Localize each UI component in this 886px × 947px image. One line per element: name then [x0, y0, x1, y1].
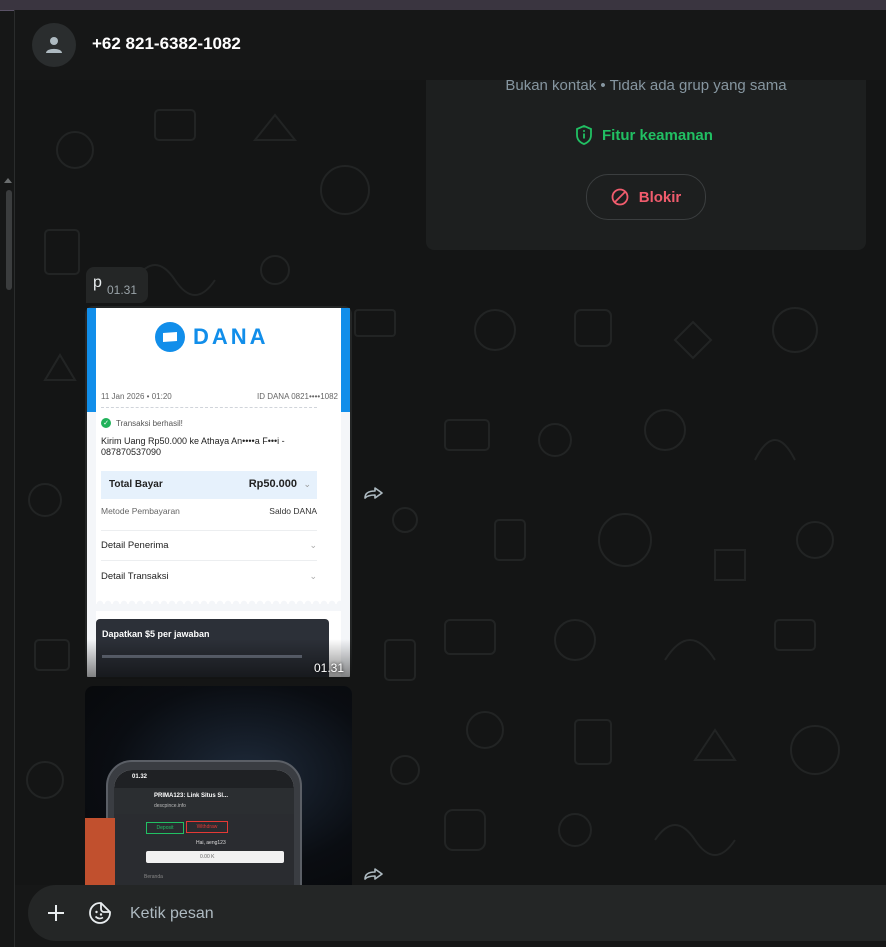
- payment-method-label: Metode Pembayaran: [101, 506, 180, 516]
- message-time: 01.31: [313, 661, 344, 675]
- block-button[interactable]: Blokir: [586, 174, 706, 220]
- block-icon: [611, 188, 629, 206]
- receipt-separator: [101, 560, 317, 561]
- receipt-separator: [101, 530, 317, 531]
- chat-area: Bukan kontak • Tidak ada grup yang sama …: [15, 80, 886, 885]
- phone-page-body: Deposit Withdraw Hai, aeng123 0.00 K Ber…: [114, 814, 294, 885]
- recipient-detail-label: Detail Penerima: [101, 540, 169, 551]
- message-time: 01.31: [107, 283, 138, 297]
- image-message-photo[interactable]: 01.32 PRIMA123: Link Situs Sl... descpin…: [85, 686, 352, 885]
- recipient-detail-row: Detail Penerima ⌄: [101, 540, 317, 551]
- sticker-icon[interactable]: [88, 901, 112, 925]
- contact-info-card: Bukan kontak • Tidak ada grup yang sama …: [426, 80, 866, 250]
- phone-user-greeting: Hai, aeng123: [196, 840, 226, 846]
- phone-deposit-button: Deposit: [146, 822, 184, 834]
- receipt-status-text: Transaksi berhasil!: [116, 418, 183, 428]
- dana-brand: DANA: [193, 324, 269, 349]
- phone-status-time: 01.32: [132, 774, 148, 780]
- phone-site-url: descpince.info: [154, 803, 186, 809]
- scrollbar-thumb[interactable]: [6, 190, 12, 290]
- receipt-date: 11 Jan 2026 • 01:20: [101, 392, 172, 401]
- avatar[interactable]: [32, 23, 76, 67]
- message-bubble[interactable]: p 01.31: [86, 267, 148, 303]
- ad-title: Dapatkan $5 per jawaban: [102, 629, 210, 639]
- security-feature-label: Fitur keamanan: [602, 126, 713, 144]
- receipt-id: ID DANA 0821••••1082: [256, 392, 338, 401]
- security-feature-link[interactable]: Fitur keamanan: [574, 124, 713, 146]
- receipt-divider: [101, 407, 317, 408]
- phone-withdraw-button: Withdraw: [186, 821, 228, 833]
- dana-logo: DANA: [155, 322, 269, 352]
- total-value: Rp50.000: [248, 478, 297, 490]
- scroll-up-arrow-icon[interactable]: [4, 178, 12, 183]
- block-button-label: Blokir: [638, 188, 682, 206]
- phone-balance: 0.00 K: [146, 851, 284, 863]
- message-composer: [28, 885, 886, 941]
- chat-header[interactable]: +62 821-6382-1082: [15, 10, 886, 80]
- contact-status-text: Bukan kontak • Tidak ada grup yang sama: [505, 80, 787, 94]
- chevron-down-icon: ⌄: [309, 540, 317, 550]
- receipt-total-row: Total Bayar Rp50.000 ⌄: [101, 471, 317, 499]
- chevron-down-icon: ⌄: [309, 571, 317, 581]
- payment-method-row: Metode Pembayaran Saldo DANA: [101, 506, 317, 516]
- receipt-zigzag-edge: [96, 598, 341, 604]
- transaction-detail-row: Detail Transaksi ⌄: [101, 571, 317, 582]
- payment-method-value: Saldo DANA: [269, 506, 317, 516]
- image-message-receipt[interactable]: DANA 11 Jan 2026 • 01:20 ID DANA 0821•••…: [85, 306, 352, 679]
- photo-background-object: [85, 818, 115, 885]
- plus-icon[interactable]: [44, 901, 68, 925]
- phone-screen: 01.32 PRIMA123: Link Situs Sl... descpin…: [114, 770, 294, 885]
- message-text: p: [93, 274, 102, 291]
- message-input[interactable]: [128, 895, 832, 933]
- check-icon: ✓: [101, 418, 111, 428]
- image-shade: [85, 639, 352, 679]
- phone-status-bar: 01.32: [114, 770, 294, 788]
- phone-in-photo: 01.32 PRIMA123: Link Situs Sl... descpin…: [106, 760, 302, 885]
- phone-balance-value: 0.00 K: [200, 854, 215, 860]
- dana-logo-mark: [155, 322, 185, 352]
- shield-icon: [576, 125, 592, 145]
- phone-site-title: PRIMA123: Link Situs Sl...: [154, 793, 229, 799]
- receipt-status: ✓ Transaksi berhasil!: [101, 418, 183, 428]
- receipt-description: Kirim Uang Rp50.000 ke Athaya An••••a F•…: [101, 436, 285, 457]
- dana-receipt-image: DANA 11 Jan 2026 • 01:20 ID DANA 0821•••…: [87, 308, 350, 677]
- person-icon: [46, 37, 62, 53]
- forward-icon[interactable]: [363, 867, 385, 881]
- transaction-detail-label: Detail Transaksi: [101, 571, 169, 582]
- forward-icon[interactable]: [363, 486, 385, 500]
- contact-name[interactable]: +62 821-6382-1082: [92, 34, 241, 54]
- total-label: Total Bayar: [109, 479, 163, 490]
- chevron-down-icon: ⌄: [303, 479, 311, 489]
- phone-home-label: Beranda: [144, 874, 163, 880]
- phone-browser-bar: PRIMA123: Link Situs Sl... descpince.inf…: [114, 788, 294, 814]
